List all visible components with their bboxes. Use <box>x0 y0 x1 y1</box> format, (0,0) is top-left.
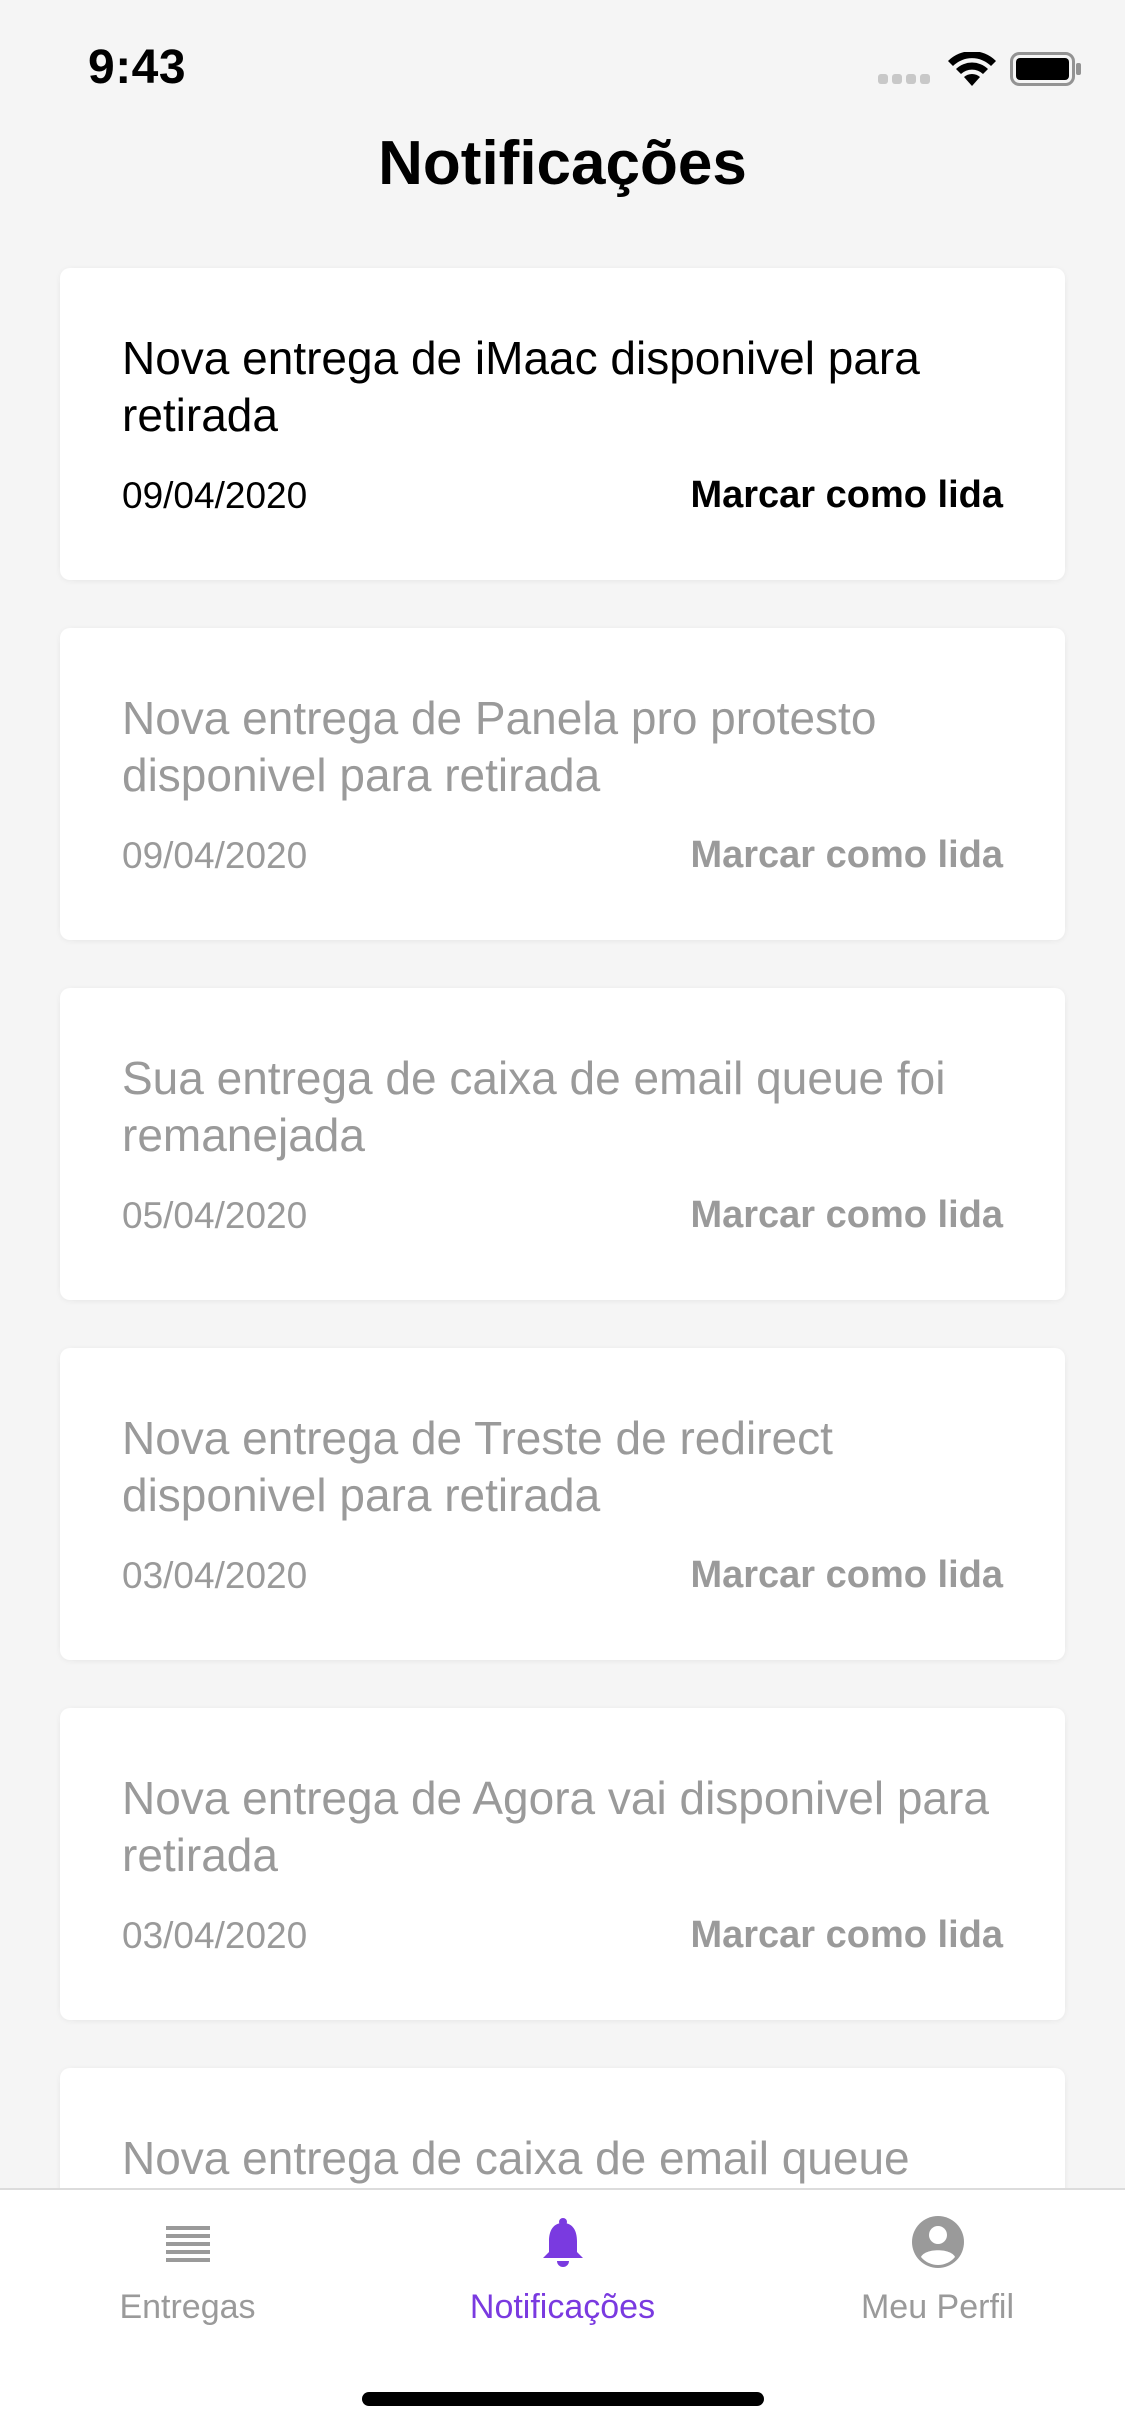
battery-icon <box>1010 52 1081 86</box>
notification-date: 05/04/2020 <box>122 1194 308 1236</box>
notification-card[interactable]: Nova entrega de Panela pro protesto disp… <box>60 628 1065 940</box>
notification-date: 09/04/2020 <box>122 474 308 516</box>
mark-as-read-button[interactable]: Marcar como lida <box>690 1914 1003 1957</box>
screen: 9:43 Notificações Nova entrega de iMaac … <box>0 0 1125 2436</box>
bell-icon <box>542 2218 583 2267</box>
notification-card[interactable]: Nova entrega de Agora vai disponivel par… <box>60 1708 1065 2020</box>
tab-notificacoes[interactable]: Notificações <box>375 2190 750 2360</box>
status-bar: 9:43 <box>0 0 1125 132</box>
notification-date: 09/04/2020 <box>122 834 308 876</box>
notification-text: Sua entrega de caixa de email queue foi … <box>122 1052 946 1161</box>
tab-label: Notificações <box>469 2288 656 2326</box>
wifi-icon <box>948 52 996 86</box>
notification-date: 03/04/2020 <box>122 1914 308 1956</box>
page-title: Notificações <box>378 129 747 198</box>
mark-as-read-button[interactable]: Marcar como lida <box>690 1554 1003 1597</box>
cellular-signal-icon <box>878 74 930 84</box>
notification-text: Nova entrega de Panela pro protesto disp… <box>122 692 877 801</box>
notification-card[interactable]: Nova entrega de iMaac disponivel para re… <box>60 268 1065 580</box>
notification-date: 03/04/2020 <box>122 1554 308 1596</box>
notification-card[interactable]: Nova entrega de Treste de redirect dispo… <box>60 1348 1065 1660</box>
list-icon <box>165 2226 210 2262</box>
tab-meu-perfil[interactable]: Meu Perfil <box>750 2190 1125 2360</box>
account-icon <box>911 2216 964 2268</box>
notification-text: Nova entrega de Agora vai disponivel par… <box>122 1772 989 1881</box>
notification-text: Nova entrega de iMaac disponivel para re… <box>122 332 920 441</box>
home-indicator[interactable] <box>362 2392 764 2406</box>
tab-label: Entregas <box>119 2288 256 2326</box>
notification-card[interactable]: Sua entrega de caixa de email queue foi … <box>60 988 1065 1300</box>
status-time: 9:43 <box>88 41 187 94</box>
mark-as-read-button[interactable]: Marcar como lida <box>690 474 1003 517</box>
notification-list[interactable]: Nova entrega de iMaac disponivel para re… <box>60 268 1065 2428</box>
mark-as-read-button[interactable]: Marcar como lida <box>690 1194 1003 1237</box>
notification-text: Nova entrega de Treste de redirect dispo… <box>122 1412 833 1521</box>
tab-entregas[interactable]: Entregas <box>0 2190 375 2360</box>
tab-label: Meu Perfil <box>860 2288 1015 2326</box>
mark-as-read-button[interactable]: Marcar como lida <box>690 834 1003 877</box>
